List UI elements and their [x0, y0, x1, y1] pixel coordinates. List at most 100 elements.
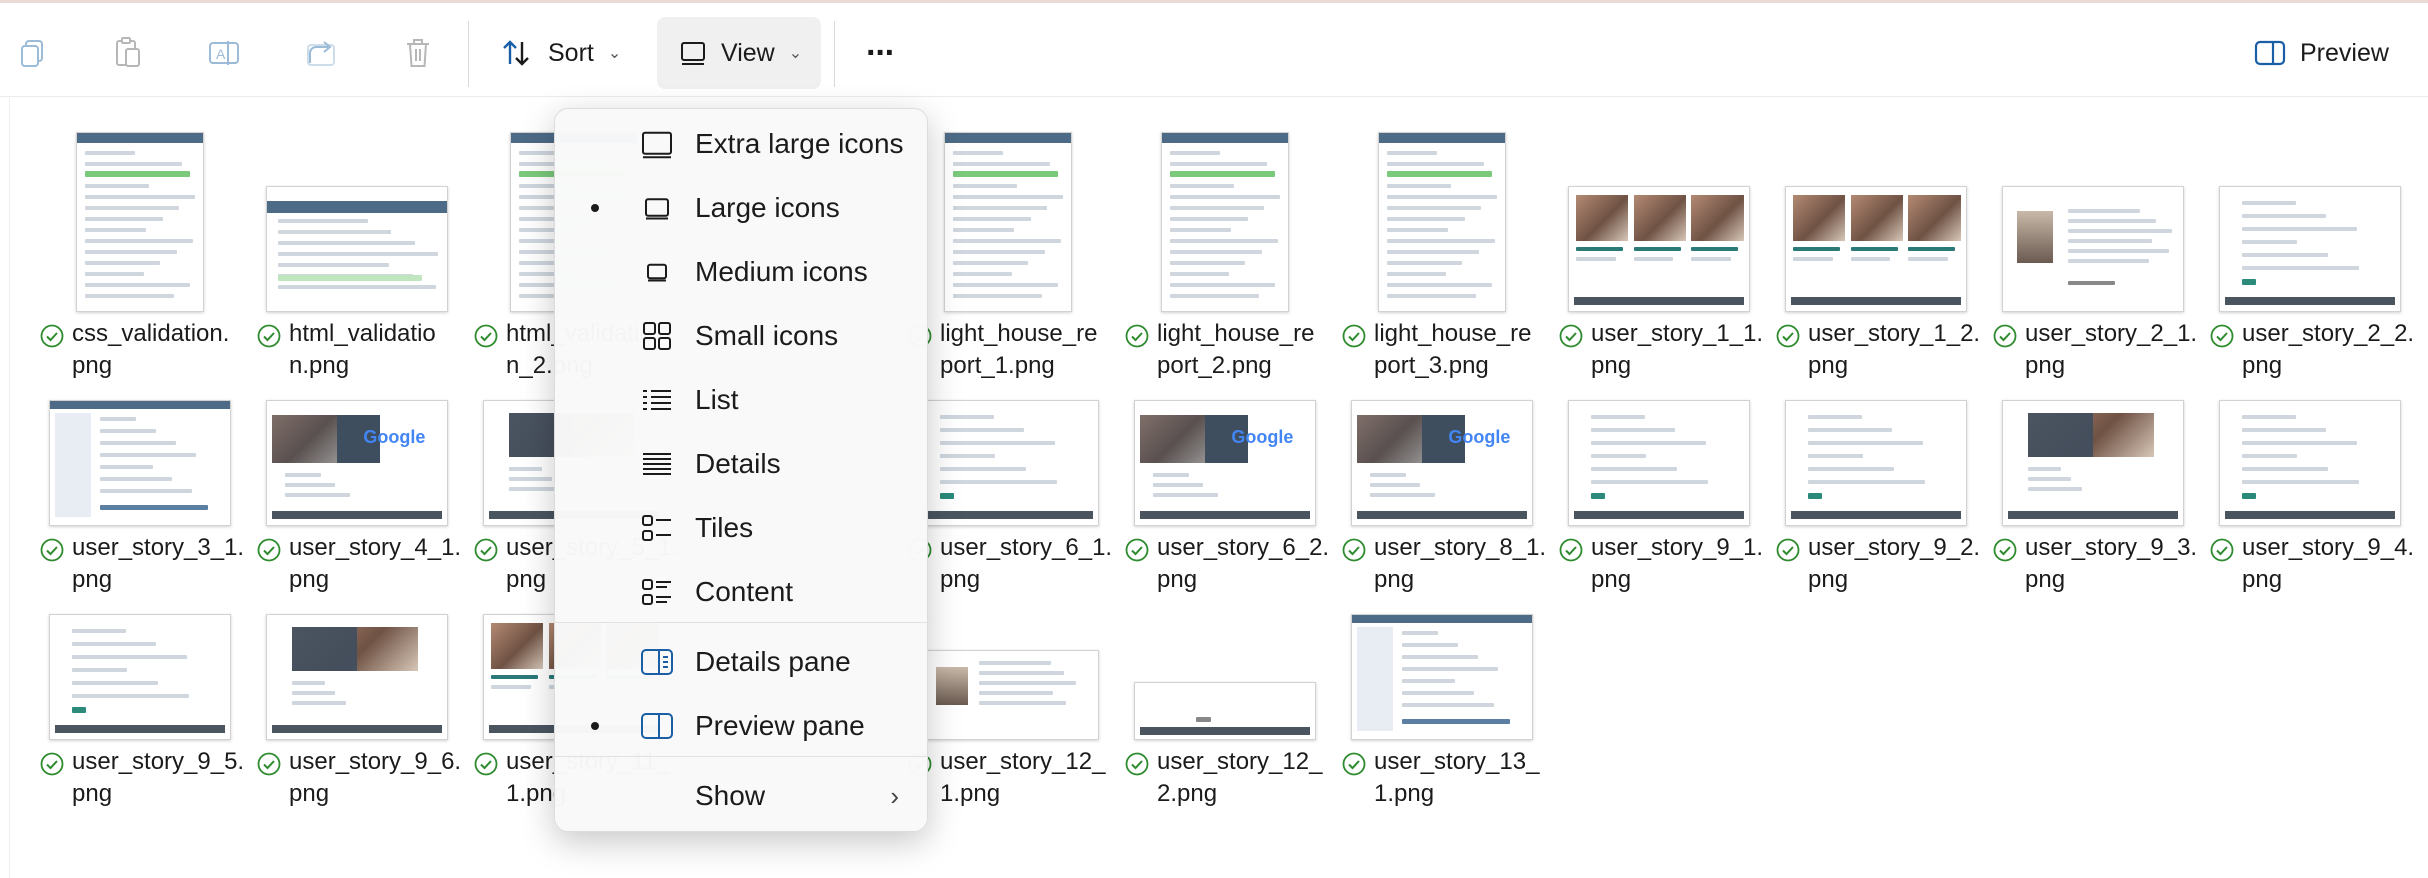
- content-icon: [639, 574, 675, 610]
- preview-pane-icon: [639, 708, 675, 744]
- sort-label: Sort: [548, 38, 594, 67]
- more-options-icon: ···: [866, 33, 896, 72]
- preview-button[interactable]: Preview: [2232, 17, 2411, 89]
- thumbnail-frame: [900, 112, 1116, 312]
- file-thumbnail: [1161, 132, 1289, 312]
- file-item[interactable]: user_story_1_2. png: [1768, 112, 1984, 379]
- view-menu-item-label: Show: [695, 780, 766, 811]
- file-item[interactable]: user_story_9_3. png: [1985, 326, 2201, 593]
- sync-status-check-icon: [257, 752, 281, 776]
- share-icon[interactable]: [302, 33, 342, 73]
- file-thumbnail: [1785, 400, 1967, 526]
- view-menu-item-show[interactable]: Show ›: [555, 765, 929, 827]
- view-menu-item-label: Extra large icons: [695, 128, 904, 159]
- paste-icon[interactable]: [108, 33, 148, 73]
- file-thumbnail: [1134, 682, 1316, 740]
- view-button[interactable]: View ⌄: [657, 17, 821, 89]
- toolbar-separator: [468, 21, 469, 87]
- file-thumbnail: [917, 400, 1099, 526]
- details-pane-icon: [639, 644, 675, 680]
- file-item[interactable]: user_story_3_1. png: [32, 326, 248, 593]
- file-thumbnail: Google: [266, 400, 448, 526]
- selected-bullet-icon: [591, 204, 599, 212]
- sync-status-check-icon: [474, 752, 498, 776]
- file-item[interactable]: user_story_9_2. png: [1768, 326, 1984, 593]
- file-thumbnail: Google: [1134, 400, 1316, 526]
- view-menu-item-details[interactable]: Details: [555, 433, 929, 495]
- view-menu-item-tiles[interactable]: Tiles: [555, 497, 929, 559]
- file-name: user_story_9_5. png: [72, 748, 245, 807]
- view-menu-item-list[interactable]: List: [555, 369, 929, 431]
- sort-icon: [503, 40, 529, 66]
- view-menu-item-label: Large icons: [695, 192, 840, 223]
- monitor-icon: [639, 254, 675, 290]
- thumbnail-frame: [1551, 112, 1767, 312]
- thumbnail-frame: [1985, 326, 2201, 526]
- file-item[interactable]: Google user_story_6_2. png: [1117, 326, 1333, 593]
- file-item[interactable]: light_house_re port_2.png: [1117, 112, 1333, 379]
- more-options-button[interactable]: ···: [844, 17, 916, 89]
- svg-text:A: A: [216, 46, 226, 62]
- view-menu-item-label: Medium icons: [695, 256, 868, 287]
- view-menu-item-preview-pane[interactable]: Preview pane: [555, 695, 929, 757]
- copy-icon[interactable]: [14, 33, 54, 73]
- file-item[interactable]: user_story_12_ 2.png: [1117, 540, 1333, 807]
- sync-status-check-icon: [2210, 538, 2234, 562]
- file-item[interactable]: user_story_9_4. png: [2202, 326, 2418, 593]
- thumbnail-frame: [1117, 112, 1333, 312]
- selected-bullet-icon: [591, 722, 599, 730]
- thumbnail-frame: [1768, 326, 1984, 526]
- file-item[interactable]: html_validatio n.png: [249, 112, 465, 379]
- file-item[interactable]: Google user_story_8_1. png: [1334, 326, 1550, 593]
- tiles-icon: [639, 510, 675, 546]
- file-thumbnail: [2002, 186, 2184, 312]
- file-thumbnail: [2219, 400, 2401, 526]
- thumbnail-frame: [900, 326, 1116, 526]
- google-logo-image: Google: [363, 427, 426, 447]
- file-item[interactable]: user_story_12_ 1.png: [900, 540, 1116, 807]
- file-item[interactable]: user_story_2_1. png: [1985, 112, 2201, 379]
- file-item[interactable]: user_story_6_1. png: [900, 326, 1116, 593]
- view-label: View: [721, 38, 775, 67]
- delete-icon[interactable]: [398, 33, 438, 73]
- file-item[interactable]: user_story_13_ 1.png: [1334, 540, 1550, 807]
- file-name: user_story_9_2. png: [1808, 534, 1981, 593]
- file-item[interactable]: user_story_9_1. png: [1551, 326, 1767, 593]
- file-item[interactable]: user_story_2_2. png: [2202, 112, 2418, 379]
- file-item[interactable]: light_house_re port_3.png: [1334, 112, 1550, 379]
- view-menu-item-label: Tiles: [695, 512, 754, 543]
- view-menu-item-details-pane[interactable]: Details pane: [555, 631, 929, 693]
- file-thumbnail: [1351, 614, 1533, 740]
- file-thumbnail: [1785, 186, 1967, 312]
- view-menu-item-label: Details pane: [695, 646, 851, 677]
- details-icon: [639, 446, 675, 482]
- view-menu-item-medium-icons[interactable]: Medium icons: [555, 241, 929, 303]
- monitor-icon: [639, 126, 675, 162]
- view-menu-item-small-icons[interactable]: Small icons: [555, 305, 929, 367]
- file-item[interactable]: user_story_9_5. png: [32, 540, 248, 807]
- view-menu-item-large-icons[interactable]: Large icons: [555, 177, 929, 239]
- sync-status-check-icon: [1125, 752, 1149, 776]
- thumbnail-frame: [249, 540, 465, 740]
- view-menu-item-label: Small icons: [695, 320, 839, 351]
- file-item[interactable]: Google user_story_4_1. png: [249, 326, 465, 593]
- thumbnail-frame: [2202, 326, 2418, 526]
- thumbnail-frame: [2202, 112, 2418, 312]
- file-name: user_story_12_ 1.png: [940, 748, 1106, 807]
- command-bar: A Sort ⌄ View ⌄ ··· Preview: [0, 3, 2428, 97]
- view-menu-item-label: Details: [695, 448, 781, 479]
- rename-icon[interactable]: A: [204, 33, 244, 73]
- thumbnail-frame: [1985, 112, 2201, 312]
- chevron-right-icon: ›: [890, 780, 899, 811]
- file-thumbnail: [49, 614, 231, 740]
- view-menu-item-extra-large-icons[interactable]: Extra large icons: [555, 113, 929, 175]
- file-item[interactable]: user_story_1_1. png: [1551, 112, 1767, 379]
- file-thumbnail: [49, 400, 231, 526]
- sort-button[interactable]: Sort ⌄: [478, 17, 643, 89]
- thumbnail-frame: [249, 112, 465, 312]
- file-thumbnail: [2002, 400, 2184, 526]
- file-item[interactable]: user_story_9_6. png: [249, 540, 465, 807]
- file-item[interactable]: light_house_re port_1.png: [900, 112, 1116, 379]
- view-menu-item-content[interactable]: Content: [555, 561, 929, 623]
- file-item[interactable]: css_validation. png: [32, 112, 248, 379]
